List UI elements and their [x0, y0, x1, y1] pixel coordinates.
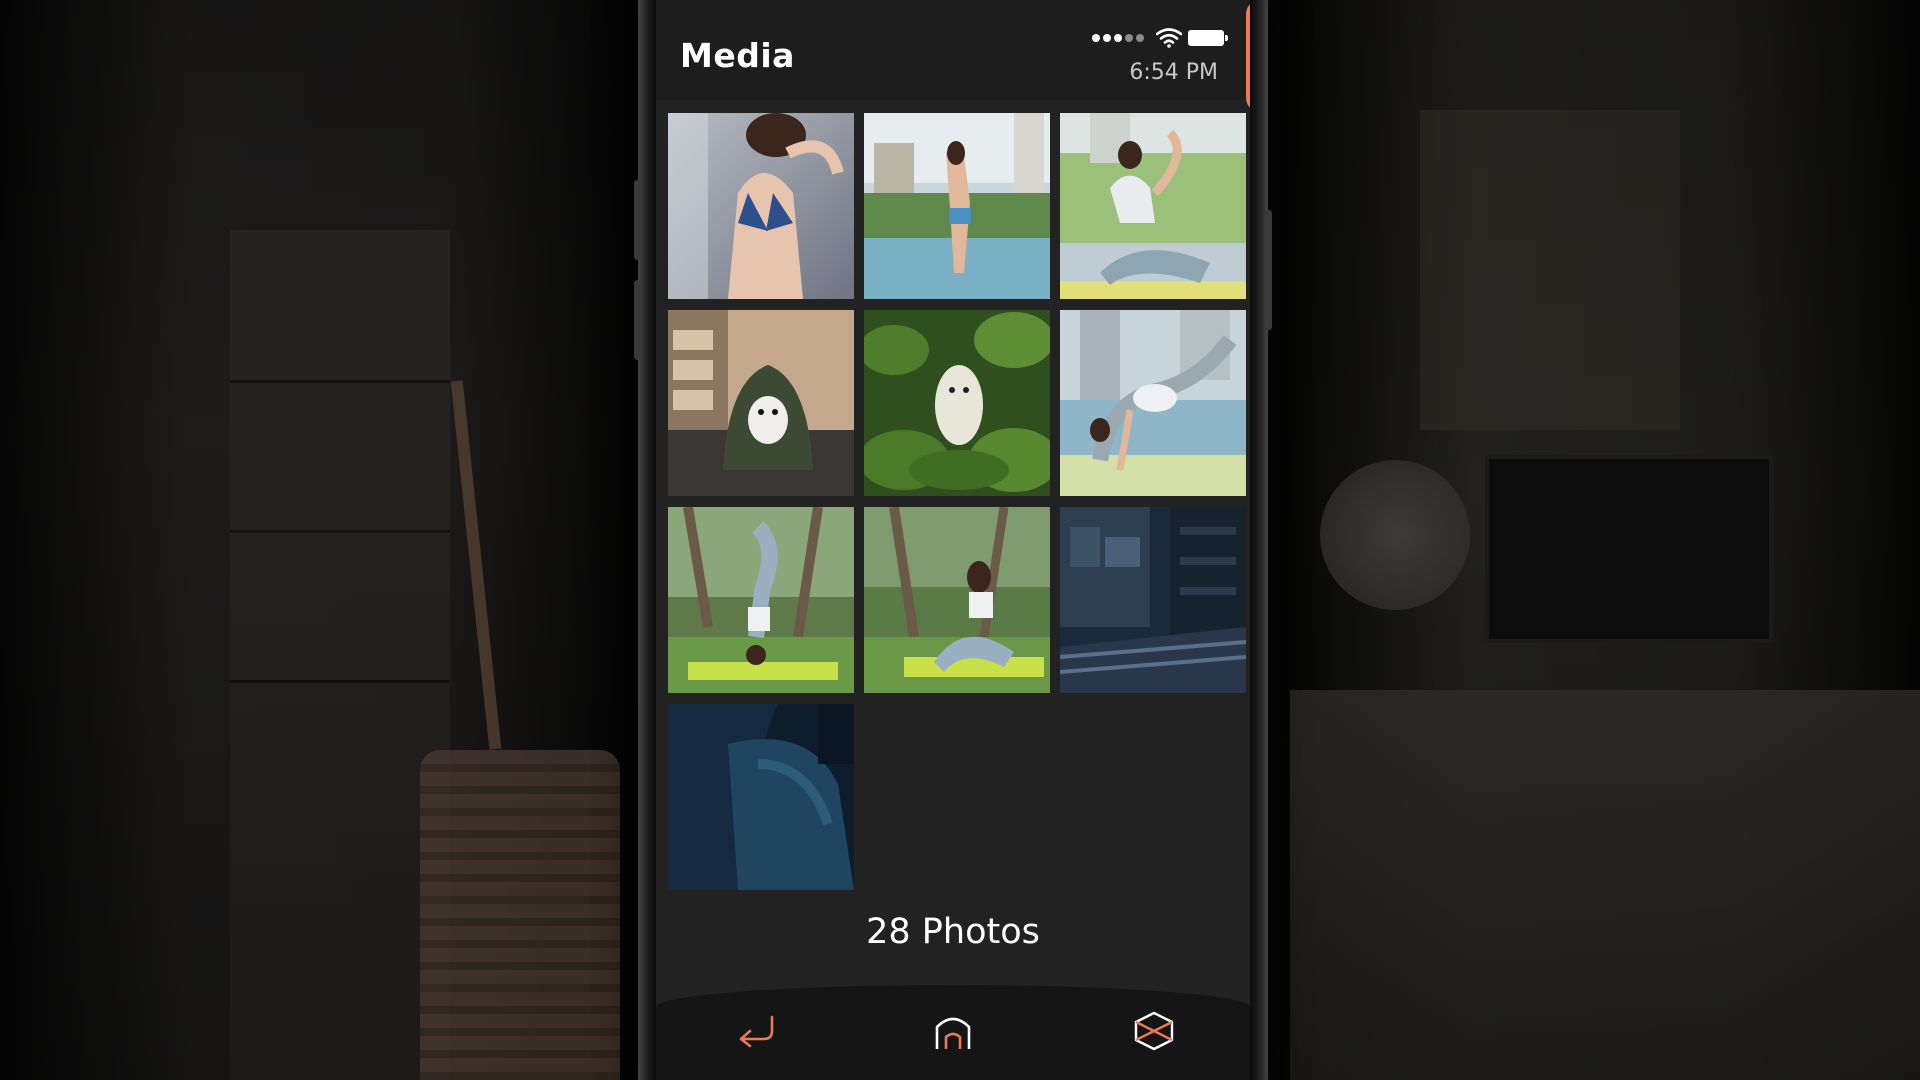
- cube-icon: [1134, 1011, 1174, 1051]
- volume-down-button[interactable]: [634, 280, 640, 360]
- battery-icon: [1188, 30, 1228, 46]
- photo-thumbnail[interactable]: [668, 113, 854, 299]
- photo-thumbnail[interactable]: [1060, 507, 1246, 693]
- signal-dot: [1103, 34, 1111, 42]
- background-cabinet: [230, 230, 450, 1080]
- power-button[interactable]: [1266, 210, 1272, 330]
- background-desk: [1290, 690, 1920, 1080]
- signal-dot: [1136, 34, 1144, 42]
- background-fan: [1320, 460, 1470, 610]
- status-time: 6:54 PM: [1129, 60, 1218, 85]
- photo-thumbnail[interactable]: [668, 704, 854, 890]
- phone-edge-left: [638, 0, 656, 1080]
- photo-count: 28 Photos: [866, 912, 1040, 952]
- background-monitor: [1485, 455, 1773, 643]
- back-arrow-icon: [739, 1015, 774, 1048]
- apps-button[interactable]: [1124, 1001, 1184, 1061]
- cabinet-drawer-line: [230, 530, 450, 533]
- back-button[interactable]: [726, 1001, 786, 1061]
- signal-dot: [1125, 34, 1133, 42]
- photo-thumbnail[interactable]: [1060, 310, 1246, 496]
- background-scene: Media 6:54 PM 28 Photos: [0, 0, 1920, 1080]
- wifi-icon: [1156, 28, 1182, 48]
- app-header: Media 6:54 PM: [656, 0, 1250, 112]
- photo-thumbnail[interactable]: [864, 507, 1050, 693]
- photo-grid: [668, 113, 1250, 903]
- accent-tab: [1246, 0, 1250, 112]
- background-shelf: [1420, 110, 1680, 430]
- cabinet-drawer-line: [230, 380, 450, 383]
- phone-screen: Media 6:54 PM 28 Photos: [656, 0, 1250, 1080]
- photo-thumbnail[interactable]: [864, 310, 1050, 496]
- photo-thumbnail[interactable]: [668, 507, 854, 693]
- phone-edge-right: [1250, 0, 1268, 1080]
- home-icon: [935, 1017, 971, 1049]
- volume-up-button[interactable]: [634, 180, 640, 260]
- signal-strength-icon: [1092, 34, 1144, 42]
- page-title: Media: [680, 36, 795, 75]
- signal-dot: [1114, 34, 1122, 42]
- phone-device: Media 6:54 PM 28 Photos: [634, 0, 1272, 1080]
- bottom-navigation: [656, 985, 1250, 1080]
- photo-thumbnail[interactable]: [1060, 113, 1246, 299]
- signal-dot: [1092, 34, 1100, 42]
- photo-thumbnail[interactable]: [668, 310, 854, 496]
- home-button[interactable]: [923, 1001, 983, 1061]
- photo-thumbnail[interactable]: [864, 113, 1050, 299]
- background-basket: [420, 750, 620, 1080]
- cabinet-drawer-line: [230, 680, 450, 683]
